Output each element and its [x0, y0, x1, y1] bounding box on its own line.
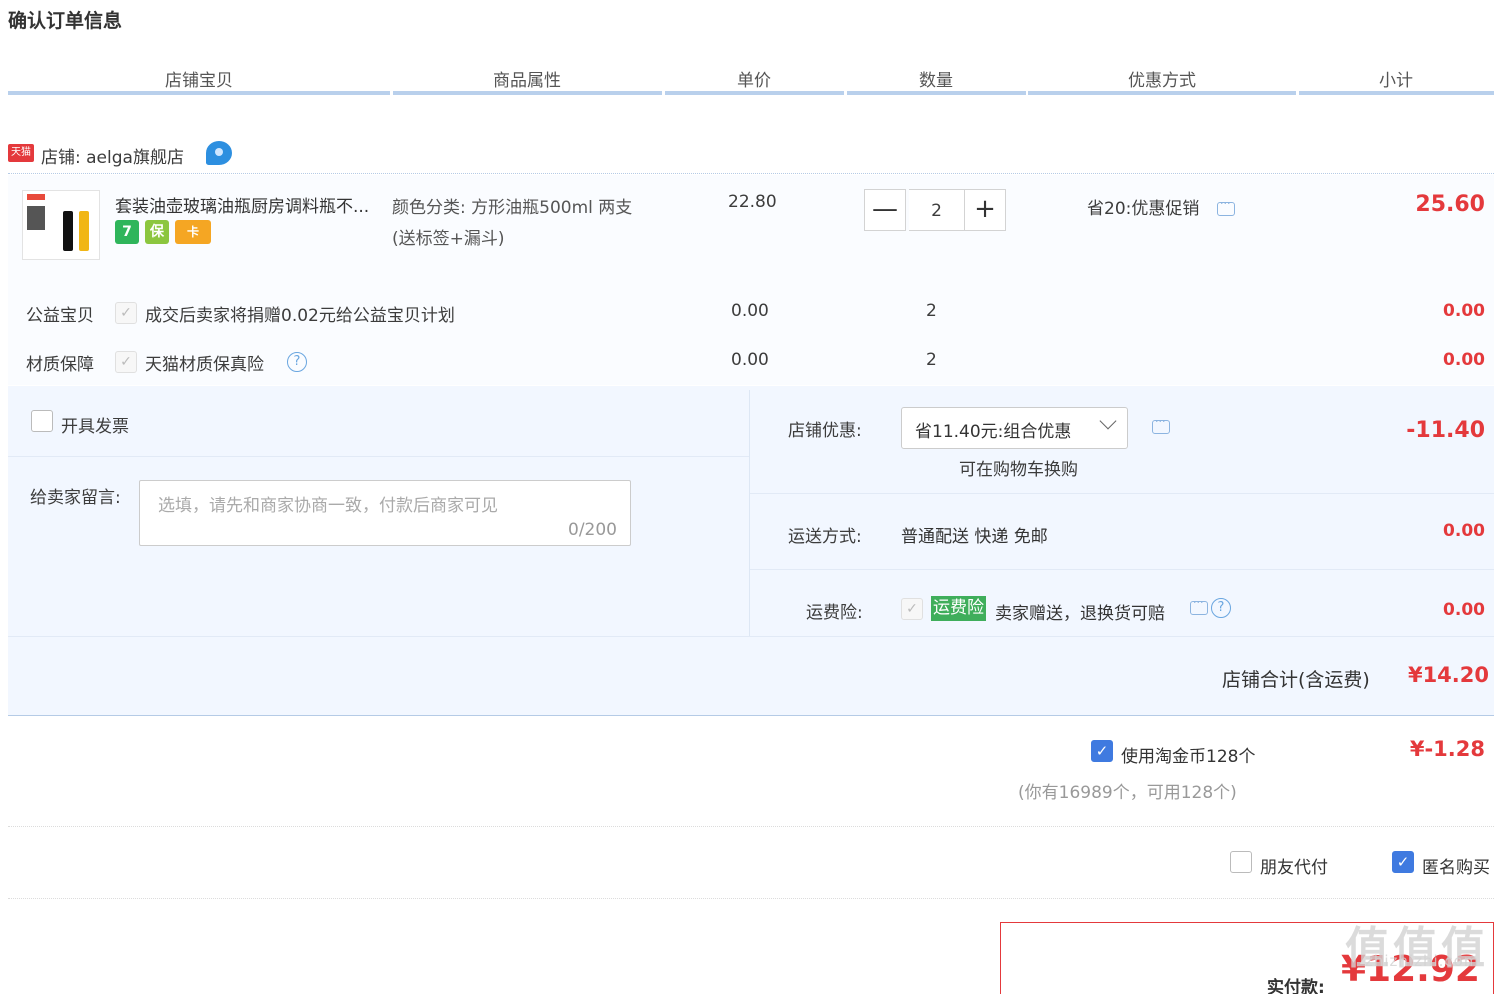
freight-insurance-checkbox: ✓	[901, 598, 923, 620]
charity-label: 公益宝贝	[26, 306, 94, 326]
shop-discount-comment-icon[interactable]	[1152, 415, 1170, 434]
discount-method: 省20:优惠促销	[1087, 199, 1200, 219]
column-header-subtotal: 小计	[1379, 71, 1413, 91]
help-icon[interactable]: ?	[1211, 598, 1231, 618]
shop-row: 天猫 店铺: aelga旗舰店	[8, 138, 1494, 174]
seller-message-input[interactable]: 选填，请先和商家协商一致，付款后商家可见 0/200	[139, 480, 631, 546]
help-icon[interactable]: ?	[287, 352, 307, 372]
product-name-link[interactable]: 套装油壶玻璃油瓶厨房调料瓶不...	[115, 192, 369, 217]
charity-quantity: 2	[926, 301, 937, 321]
invoice-label[interactable]: 开具发票	[61, 412, 129, 437]
shop-total-label: 店铺合计(含运费)	[1222, 669, 1370, 691]
freight-insurance-amount: 0.00	[1443, 600, 1485, 620]
charity-subtotal: 0.00	[1443, 301, 1485, 321]
seller-message-placeholder: 选填，请先和商家协商一致，付款后商家可见	[158, 496, 498, 516]
material-guarantee-quantity: 2	[926, 350, 937, 370]
material-guarantee-checkbox: ✓	[115, 351, 137, 373]
invoice-checkbox[interactable]	[31, 410, 53, 432]
seller-message-label: 给卖家留言:	[30, 488, 121, 508]
quantity-increase-button[interactable]: +	[964, 189, 1006, 231]
wangwang-chat-icon[interactable]	[206, 141, 232, 165]
coins-note: (你有16989个，可用128个)	[1018, 783, 1237, 803]
material-guarantee-label: 材质保障	[26, 355, 94, 375]
column-underline	[393, 91, 662, 95]
watermark-logo: 值值值 zhizhizhi.com	[1345, 923, 1489, 974]
chevron-down-icon	[1099, 412, 1117, 430]
shipping-label: 运送方式:	[788, 527, 862, 547]
section-divider	[8, 898, 1494, 899]
panel-divider	[749, 390, 750, 636]
column-underline	[8, 91, 390, 95]
column-underline	[665, 91, 844, 95]
shop-discount-hint: 可在购物车换购	[959, 460, 1078, 480]
freight-insurance-label: 运费险:	[806, 603, 863, 623]
guarantee-icon[interactable]: 保	[145, 220, 169, 244]
material-guarantee-subtotal: 0.00	[1443, 350, 1485, 370]
discount-comment-icon[interactable]	[1217, 197, 1235, 216]
coins-amount: ¥-1.28	[1409, 737, 1485, 761]
item-subtotal: 25.60	[1415, 192, 1485, 217]
column-header-attributes: 商品属性	[493, 71, 561, 91]
friend-pay-checkbox[interactable]	[1230, 851, 1252, 873]
column-header-unit-price: 单价	[737, 71, 771, 91]
row-divider	[750, 569, 1494, 570]
shop-discount-selected: 省11.40元:组合优惠	[915, 422, 1072, 442]
product-attributes: 颜色分类: 方形油瓶500ml 两支	[392, 198, 633, 218]
column-header-shop-item: 店铺宝贝	[165, 71, 233, 91]
charity-description: 成交后卖家将捐赠0.02元给公益宝贝计划	[145, 306, 455, 326]
row-divider	[8, 636, 1494, 637]
friend-pay-label[interactable]: 朋友代付	[1260, 853, 1328, 878]
use-coins-checkbox[interactable]: ✓	[1091, 740, 1113, 762]
row-divider	[750, 493, 1494, 494]
shipping-amount: 0.00	[1443, 521, 1485, 541]
message-char-counter: 0/200	[568, 520, 617, 540]
section-divider	[8, 826, 1494, 827]
anonymous-purchase-checkbox[interactable]: ✓	[1392, 851, 1414, 873]
freight-insurance-tag: 运费险	[931, 596, 986, 621]
material-guarantee-price: 0.00	[731, 350, 769, 370]
credit-card-icon[interactable]: 卡	[175, 220, 211, 244]
shipping-method: 普通配送 快递 免邮	[901, 527, 1048, 547]
material-guarantee-description: 天猫材质保真险	[145, 355, 264, 375]
column-underline	[1299, 91, 1494, 95]
shop-discount-label: 店铺优惠:	[788, 421, 862, 441]
charity-price: 0.00	[731, 301, 769, 321]
freight-insurance-comment-icon[interactable]	[1190, 596, 1208, 615]
column-header-quantity: 数量	[919, 71, 953, 91]
shop-total-amount: ¥14.20	[1407, 663, 1489, 687]
column-header-discount: 优惠方式	[1128, 71, 1196, 91]
product-thumbnail[interactable]	[22, 190, 100, 260]
use-coins-label[interactable]: 使用淘金币128个	[1121, 742, 1255, 767]
tmall-logo-icon: 天猫	[8, 144, 34, 162]
row-divider	[8, 456, 749, 457]
shop-discount-select[interactable]: 省11.40元:组合优惠	[901, 407, 1128, 449]
page-title: 确认订单信息	[8, 10, 123, 32]
anonymous-purchase-label[interactable]: 匿名购买	[1422, 853, 1490, 878]
freight-insurance-description: 卖家赠送，退换货可赔	[995, 604, 1165, 624]
quantity-decrease-button[interactable]: —	[864, 189, 906, 231]
quantity-input[interactable]: 2	[909, 189, 964, 231]
column-underline	[1028, 91, 1296, 95]
product-attributes-extra: (送标签+漏斗)	[392, 229, 505, 249]
shop-name[interactable]: 店铺: aelga旗舰店	[41, 143, 184, 168]
unit-price: 22.80	[728, 192, 777, 212]
column-underline	[847, 91, 1026, 95]
seven-day-return-icon[interactable]: 7	[115, 220, 139, 244]
charity-checkbox: ✓	[115, 302, 137, 324]
shop-discount-amount: -11.40	[1406, 418, 1485, 443]
payment-label: 实付款:	[1267, 978, 1325, 994]
